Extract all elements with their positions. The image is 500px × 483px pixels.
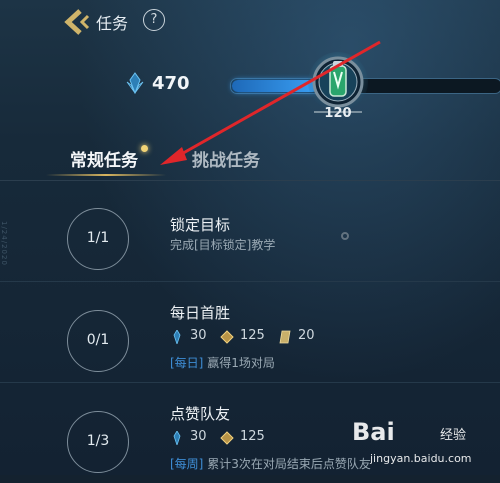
task-progress-ring: 0/1 — [67, 310, 129, 372]
task-requirement: 累计3次在对局结束后点赞队友 — [207, 457, 371, 471]
level-badge: 120 — [306, 42, 370, 132]
currency-value: 470 — [152, 73, 190, 94]
tab-regular-tasks[interactable]: 常规任务 — [70, 146, 138, 171]
watermark: Bai 经验 jingyan.baidu.com — [352, 418, 492, 468]
task-description: [每日] 赢得1场对局 — [170, 354, 275, 371]
task-name: 每日首胜 — [170, 304, 231, 322]
active-tab-indicator — [46, 174, 166, 176]
task-description: [每周] 累计3次在对局结束后点赞队友 — [170, 455, 371, 472]
back-chevron-icon — [64, 9, 90, 35]
watermark-logo: Bai — [352, 418, 395, 446]
header: 任务 ? — [0, 0, 500, 44]
page-title: 任务 — [96, 14, 129, 33]
task-period-tag: [每日] — [170, 356, 204, 370]
task-period-tag: [每周] — [170, 457, 204, 471]
tab-challenge-tasks[interactable]: 挑战任务 — [192, 146, 260, 171]
gold-diamond-icon — [220, 330, 234, 344]
reward-value: 125 — [240, 328, 265, 343]
reward-value: 30 — [190, 429, 207, 444]
watermark-url: jingyan.baidu.com — [370, 452, 472, 465]
reward-value: 30 — [190, 328, 207, 343]
crystal-icon — [173, 431, 181, 445]
task-status-marker — [341, 232, 349, 240]
reward-value: 125 — [240, 429, 265, 444]
task-item[interactable]: 0/1 每日首胜 30 125 20 [每日] 赢得1场对局 — [0, 282, 500, 383]
notification-dot — [141, 145, 148, 152]
task-name: 点赞队友 — [170, 405, 231, 423]
level-value: 120 — [324, 106, 352, 121]
task-name: 锁定目标 — [170, 216, 231, 234]
task-progress-ring: 1/3 — [67, 411, 129, 473]
crystal-icon — [173, 330, 181, 344]
task-tabs: 常规任务 挑战任务 — [0, 140, 500, 180]
task-description: 完成[目标锁定]教学 — [170, 238, 276, 252]
crystal-icon — [126, 72, 144, 94]
back-button[interactable] — [60, 8, 92, 36]
gold-diamond-icon — [220, 431, 234, 445]
watermark-brand: 经验 — [440, 428, 467, 443]
task-requirement: 赢得1场对局 — [207, 356, 275, 370]
task-progress-ring: 1/1 — [67, 208, 129, 270]
reward-value: 20 — [298, 328, 315, 343]
ticket-icon — [279, 330, 291, 344]
help-button[interactable]: ? — [143, 9, 165, 31]
task-item[interactable]: 1/1 锁定目标 完成[目标锁定]教学 — [0, 181, 500, 282]
